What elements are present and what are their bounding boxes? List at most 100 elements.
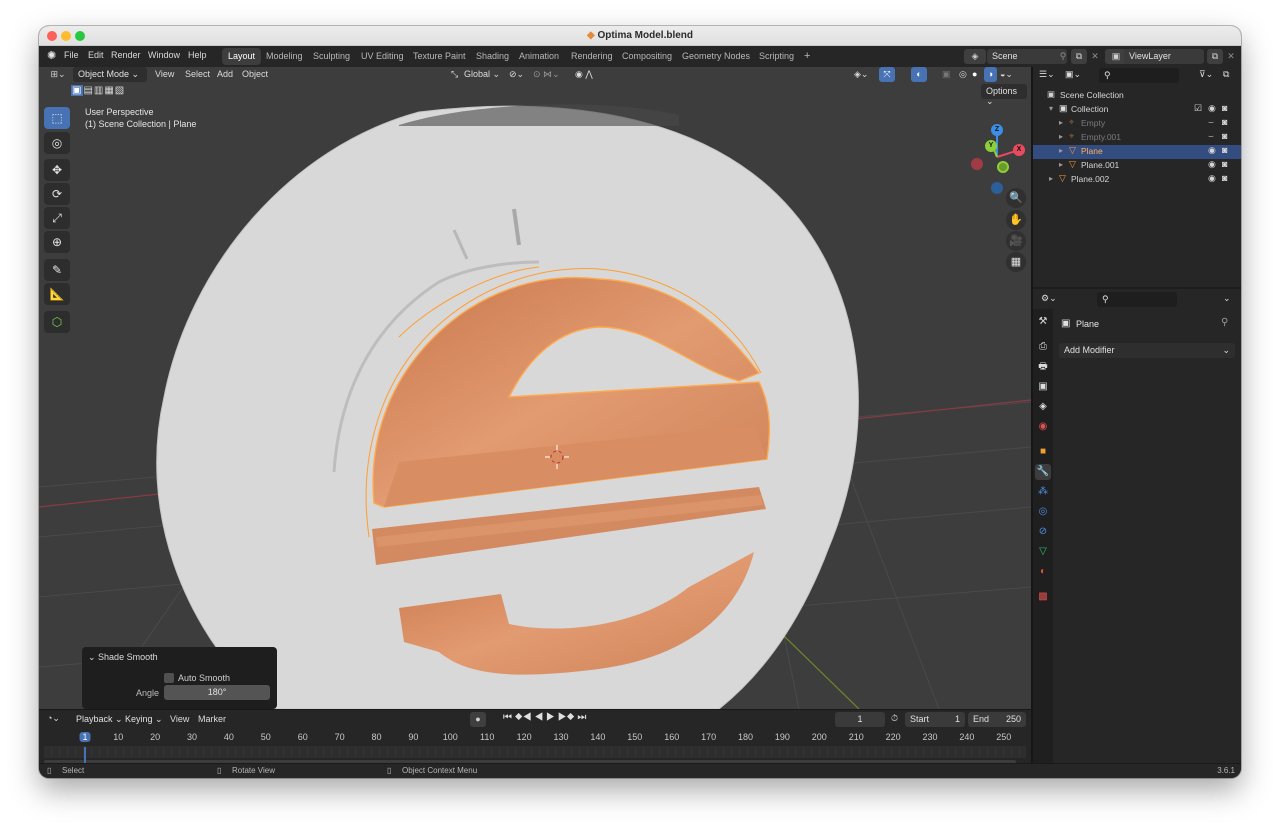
- orientation-icon[interactable]: ⤡: [451, 69, 458, 80]
- select-mode-icons[interactable]: ▣▤▥▦▧: [71, 85, 125, 96]
- gizmo-toggle-icon[interactable]: ⤧: [879, 67, 895, 82]
- pin-scene-icon[interactable]: ⚲: [1055, 49, 1071, 64]
- camera-render-icon[interactable]: ◙: [1222, 145, 1227, 155]
- xray-icon[interactable]: ▣: [942, 69, 951, 80]
- outliner-row-plane-001[interactable]: ▸ ▽ Plane.001 ◉ ◙: [1033, 159, 1241, 173]
- physics-tab-icon[interactable]: ◎: [1035, 504, 1051, 520]
- outliner-row-empty[interactable]: ▸ ⌖ Empty ⌣ ◙: [1033, 117, 1241, 131]
- tab-scripting[interactable]: Scripting: [753, 48, 800, 65]
- gizmo-neg-y-axis[interactable]: [997, 161, 1009, 173]
- outliner-editor-type-icon[interactable]: ☰⌄: [1039, 69, 1055, 80]
- viewport-scene[interactable]: [39, 67, 1031, 709]
- expand-arrow-icon[interactable]: ▸: [1059, 160, 1063, 169]
- tab-modeling[interactable]: Modeling: [260, 48, 309, 65]
- camera-render-icon[interactable]: ◙: [1222, 159, 1227, 169]
- material-tab-icon[interactable]: ◐: [1035, 564, 1051, 580]
- transform-tool[interactable]: ⊕: [44, 231, 70, 253]
- tool-tab-icon[interactable]: ⚒: [1035, 314, 1051, 330]
- new-scene-icon[interactable]: ⧉: [1071, 49, 1087, 64]
- shading-solid-icon[interactable]: ●: [972, 69, 977, 79]
- viewport-menu-object[interactable]: Object: [242, 69, 268, 79]
- select-box-tool[interactable]: ⬚: [44, 107, 70, 129]
- overlay-toggle-icon[interactable]: ◐: [911, 67, 927, 82]
- gizmo-neg-x-axis[interactable]: [971, 158, 983, 170]
- camera-render-icon[interactable]: ◙: [1222, 131, 1227, 141]
- pivot-icon[interactable]: ⊘⌄: [509, 69, 524, 80]
- outliner-filter-icon[interactable]: ⊽⌄: [1199, 69, 1213, 80]
- view-layer-name-field[interactable]: ViewLayer: [1124, 49, 1204, 64]
- shading-rendered-icon[interactable]: ◒⌄: [1000, 69, 1013, 80]
- texture-tab-icon[interactable]: ▩: [1035, 589, 1051, 605]
- tab-compositing[interactable]: Compositing: [616, 48, 678, 65]
- measure-tool[interactable]: 📐: [44, 283, 70, 305]
- outliner-row-empty-001[interactable]: ▸ ⌖ Empty.001 ⌣ ◙: [1033, 131, 1241, 145]
- tab-sculpting[interactable]: Sculpting: [307, 48, 356, 65]
- tab-rendering[interactable]: Rendering: [565, 48, 619, 65]
- expand-arrow-icon[interactable]: ▸: [1059, 132, 1063, 141]
- menu-file[interactable]: File: [64, 50, 79, 60]
- eye-icon[interactable]: ◉: [1208, 159, 1216, 170]
- transform-orientation-selector[interactable]: Global ⌄: [464, 69, 500, 80]
- properties-search-field[interactable]: ⚲: [1097, 292, 1177, 307]
- expand-arrow-icon[interactable]: ▸: [1059, 118, 1063, 127]
- add-modifier-dropdown[interactable]: Add Modifier ⌄: [1059, 343, 1235, 358]
- output-tab-icon[interactable]: 🖶: [1035, 359, 1051, 375]
- redo-panel-title[interactable]: ⌄ Shade Smooth: [88, 652, 158, 663]
- expand-arrow-icon[interactable]: ▸: [1059, 146, 1063, 155]
- add-cube-tool[interactable]: ⬡: [44, 311, 70, 333]
- visibility-icon[interactable]: ◈⌄: [854, 69, 868, 80]
- camera-view-icon[interactable]: 🎥: [1006, 231, 1026, 251]
- tab-uv-editing[interactable]: UV Editing: [355, 48, 410, 65]
- object-tab-icon[interactable]: ■: [1035, 444, 1051, 460]
- blender-logo-icon[interactable]: ✺: [47, 49, 56, 62]
- scene-selector-icon[interactable]: ◈: [964, 49, 986, 64]
- tab-texture-paint[interactable]: Texture Paint: [407, 48, 472, 65]
- navigation-gizmo[interactable]: Z X Y: [969, 112, 1027, 194]
- tab-shading[interactable]: Shading: [470, 48, 515, 65]
- mode-selector[interactable]: Object Mode ⌄: [73, 67, 147, 82]
- modifier-tab-icon[interactable]: 🔧: [1035, 464, 1051, 480]
- gizmo-neg-z-axis[interactable]: [991, 182, 1003, 194]
- menu-render[interactable]: Render: [111, 50, 141, 60]
- proportional-edit-icon[interactable]: ◉ ⋀: [575, 69, 593, 80]
- hidden-eye-icon[interactable]: ⌣: [1208, 117, 1214, 128]
- auto-smooth-checkbox[interactable]: [164, 673, 174, 683]
- menu-edit[interactable]: Edit: [88, 50, 104, 60]
- snap-icon[interactable]: ⊙ ⋈⌄: [533, 69, 560, 80]
- camera-render-icon[interactable]: ◙: [1222, 173, 1227, 183]
- gizmo-y-axis[interactable]: Y: [985, 140, 997, 152]
- constraints-tab-icon[interactable]: ⊘: [1035, 524, 1051, 540]
- delete-scene-icon[interactable]: ✕: [1087, 49, 1103, 64]
- cursor-tool[interactable]: ◎: [44, 132, 70, 154]
- options-dropdown[interactable]: Options ⌄: [981, 84, 1027, 106]
- shading-wireframe-icon[interactable]: ◎: [959, 69, 967, 80]
- camera-render-icon[interactable]: ◙: [1222, 103, 1227, 113]
- outliner-search-field[interactable]: ⚲: [1099, 68, 1179, 83]
- data-tab-icon[interactable]: ▽: [1035, 544, 1051, 560]
- properties-options-icon[interactable]: ⌄: [1223, 293, 1231, 304]
- exclude-checkbox[interactable]: ☑: [1194, 103, 1202, 114]
- move-tool[interactable]: ✥: [44, 159, 70, 181]
- pan-hand-icon[interactable]: ✋: [1006, 210, 1026, 230]
- render-tab-icon[interactable]: ⎙: [1035, 339, 1051, 355]
- particles-tab-icon[interactable]: ⁂: [1035, 484, 1051, 500]
- new-view-layer-icon[interactable]: ⧉: [1207, 49, 1223, 64]
- viewport-menu-add[interactable]: Add: [217, 69, 233, 79]
- camera-render-icon[interactable]: ◙: [1222, 117, 1227, 127]
- world-tab-icon[interactable]: ◉: [1035, 419, 1051, 435]
- outliner-row-plane[interactable]: ▸ ▽ Plane ◉ ◙: [1033, 145, 1241, 159]
- annotate-tool[interactable]: ✎: [44, 259, 70, 281]
- timeline-track[interactable]: [44, 746, 1026, 758]
- expand-arrow-icon[interactable]: ▾: [1049, 104, 1053, 113]
- gizmo-x-axis[interactable]: X: [1013, 144, 1025, 156]
- add-workspace-button[interactable]: +: [798, 47, 816, 64]
- outliner-new-collection-icon[interactable]: ⧉: [1223, 69, 1229, 80]
- outliner-row-plane-002[interactable]: ▸ ▽ Plane.002 ◉ ◙: [1033, 173, 1241, 187]
- tab-animation[interactable]: Animation: [513, 48, 565, 65]
- eye-icon[interactable]: ◉: [1208, 103, 1216, 114]
- hidden-eye-icon[interactable]: ⌣: [1208, 131, 1214, 142]
- outliner-display-mode-icon[interactable]: ▣⌄: [1065, 69, 1081, 80]
- view-layer-tab-icon[interactable]: ▣: [1035, 379, 1051, 395]
- tab-layout[interactable]: Layout: [222, 48, 262, 65]
- expand-arrow-icon[interactable]: ▸: [1049, 174, 1053, 183]
